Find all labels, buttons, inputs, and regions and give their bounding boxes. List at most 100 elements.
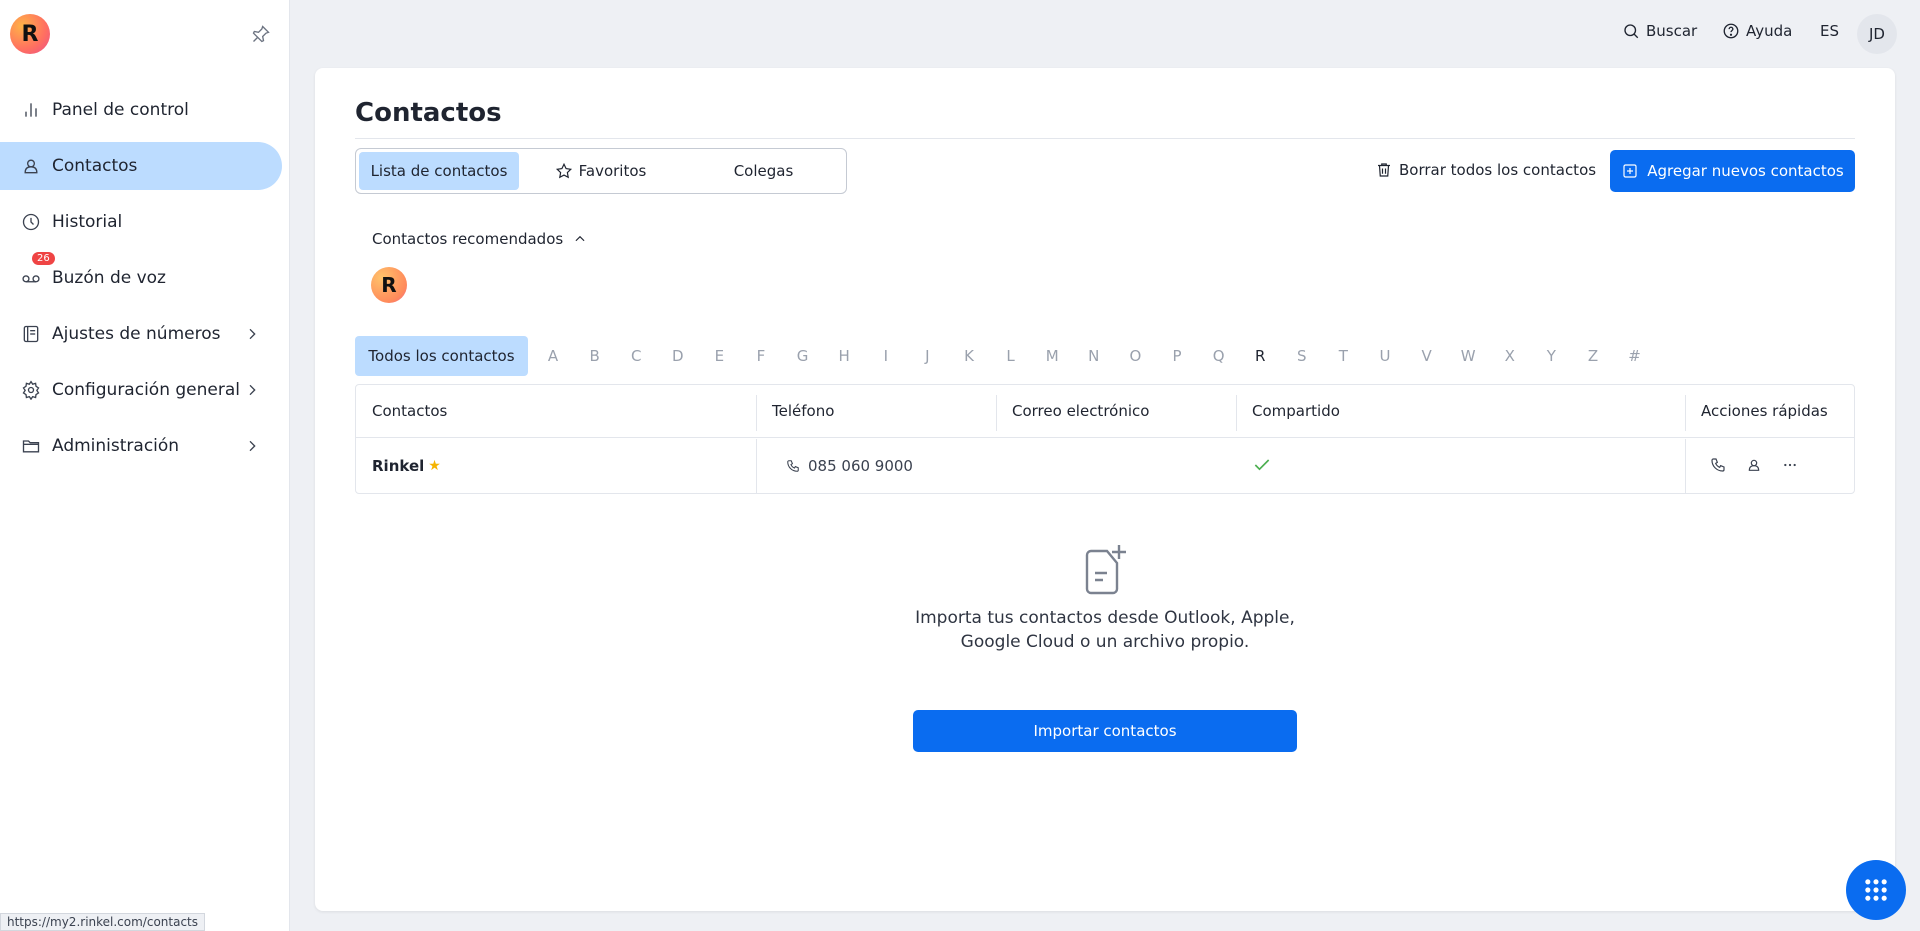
help-label: Ayuda	[1746, 22, 1793, 40]
letter-filter-j[interactable]: J	[917, 347, 937, 365]
tab-label: Lista de contactos	[370, 162, 508, 180]
clock-icon	[20, 211, 42, 233]
tab-label: Favoritos	[578, 162, 647, 180]
sidebar-item-administration[interactable]: Administración	[0, 422, 290, 470]
letter-filter-r[interactable]: R	[1250, 347, 1270, 365]
recommended-contacts-toggle[interactable]: Contactos recomendados	[372, 230, 587, 248]
letter-filter-o[interactable]: O	[1125, 347, 1145, 365]
plus-square-icon	[1623, 164, 1637, 178]
sidebar-item-voicemail[interactable]: 26 Buzón de voz	[0, 252, 290, 302]
page-title: Contactos	[355, 98, 502, 128]
tab-colleagues[interactable]: Colegas	[682, 152, 845, 190]
column-divider	[1236, 395, 1237, 431]
contacts-tabs: Lista de contactos Favoritos Colegas	[355, 148, 847, 194]
tab-contact-list[interactable]: Lista de contactos	[359, 152, 519, 190]
contact-name-cell[interactable]: Rinkel ★	[372, 457, 441, 475]
letter-filter-x[interactable]: X	[1500, 347, 1520, 365]
language-label: ES	[1820, 22, 1839, 40]
letter-filter-u[interactable]: U	[1375, 347, 1395, 365]
all-contacts-filter[interactable]: Todos los contactos	[355, 336, 528, 376]
table-row[interactable]: Rinkel ★ 085 060 9000	[356, 439, 1854, 494]
chevron-right-icon	[244, 382, 260, 398]
contact-phone: 085 060 9000	[808, 457, 913, 475]
column-divider	[756, 395, 757, 431]
search-label: Buscar	[1646, 22, 1698, 40]
letter-filter-h[interactable]: H	[834, 347, 854, 365]
tab-label: Colegas	[733, 162, 794, 180]
contact-detail-icon[interactable]	[1746, 457, 1764, 475]
chevron-right-icon	[244, 326, 260, 342]
sidebar-item-dashboard[interactable]: Panel de control	[0, 86, 290, 134]
search-icon	[1624, 24, 1639, 39]
call-action-icon[interactable]	[1710, 457, 1728, 475]
dialpad-button[interactable]	[1846, 860, 1906, 920]
language-selector[interactable]: ES	[1820, 22, 1839, 40]
column-header-quick-actions: Acciones rápidas	[1701, 402, 1828, 420]
browser-status-url: https://my2.rinkel.com/contacts	[0, 913, 206, 931]
star-outline-icon	[555, 162, 572, 179]
letter-filter-k[interactable]: K	[959, 347, 979, 365]
column-header-phone[interactable]: Teléfono	[772, 402, 834, 420]
column-divider	[1685, 395, 1686, 431]
letter-filter-n[interactable]: N	[1084, 347, 1104, 365]
empty-text-line-2: Google Cloud o un archivo propio.	[960, 632, 1250, 652]
phonebook-icon	[20, 323, 42, 345]
letter-filter-z[interactable]: Z	[1583, 347, 1603, 365]
alphabet-filter: Todos los contactos A B C D E F G H I J K L M N O P Q R S T…	[355, 336, 1855, 376]
tab-favorites[interactable]: Favoritos	[519, 152, 682, 190]
recommended-contact-avatar[interactable]: R	[371, 267, 407, 303]
add-contacts-button[interactable]: Agregar nuevos contactos	[1610, 150, 1855, 192]
contact-phone-cell[interactable]: 085 060 9000	[786, 457, 913, 475]
chevron-right-icon	[244, 438, 260, 454]
column-header-shared[interactable]: Compartido	[1252, 402, 1340, 420]
help-button[interactable]: Ayuda	[1722, 22, 1792, 40]
column-divider	[756, 439, 757, 494]
contact-name: Rinkel	[372, 457, 425, 475]
letter-filter-c[interactable]: C	[626, 347, 646, 365]
letter-filter-t[interactable]: T	[1333, 347, 1353, 365]
sidebar-item-label: Panel de control	[52, 100, 189, 120]
letter-filter-l[interactable]: L	[1001, 347, 1021, 365]
letter-filter-p[interactable]: P	[1167, 347, 1187, 365]
letter-filter-a[interactable]: A	[543, 347, 563, 365]
letter-filter-d[interactable]: D	[668, 347, 688, 365]
sidebar-item-label: Configuración general	[52, 380, 240, 400]
letter-filter-f[interactable]: F	[751, 347, 771, 365]
search-button[interactable]: Buscar	[1622, 22, 1697, 40]
letter-filter-e[interactable]: E	[709, 347, 729, 365]
letter-filter-v[interactable]: V	[1417, 347, 1437, 365]
column-divider	[1685, 439, 1686, 494]
letter-filter-m[interactable]: M	[1042, 347, 1062, 365]
sidebar-item-label: Administración	[52, 436, 180, 456]
letter-filter-hash[interactable]: #	[1625, 347, 1645, 365]
contacts-table: Contactos Teléfono Correo electrónico Co…	[355, 384, 1855, 494]
voicemail-icon	[20, 267, 42, 289]
sidebar-item-label: Ajustes de números	[52, 324, 221, 344]
sidebar-item-number-settings[interactable]: Ajustes de números	[0, 310, 290, 358]
letter-filter-g[interactable]: G	[793, 347, 813, 365]
column-header-email[interactable]: Correo electrónico	[1012, 402, 1149, 420]
folder-icon	[20, 435, 42, 457]
more-options-icon[interactable]	[1782, 457, 1800, 475]
pin-icon[interactable]	[251, 24, 271, 44]
column-header-contacts[interactable]: Contactos	[372, 402, 447, 420]
rinkel-logo[interactable]: R	[10, 14, 50, 54]
user-avatar[interactable]: JD	[1857, 14, 1897, 54]
sidebar-item-general-settings[interactable]: Configuración general	[0, 366, 290, 414]
import-contacts-button[interactable]: Importar contactos	[913, 710, 1297, 752]
gear-icon	[20, 379, 42, 401]
letter-filter-b[interactable]: B	[585, 347, 605, 365]
delete-all-contacts-button[interactable]: Borrar todos los contactos	[1375, 161, 1596, 179]
letter-filter-q[interactable]: Q	[1209, 347, 1229, 365]
voicemail-count-badge: 26	[32, 252, 55, 265]
empty-text-line-1: Importa tus contactos desde Outlook, App…	[915, 608, 1295, 628]
favorite-star-icon: ★	[428, 458, 441, 474]
trash-icon	[1378, 163, 1390, 177]
sidebar-item-history[interactable]: Historial	[0, 198, 290, 246]
sidebar-nav: Panel de control Contactos Historial 26 …	[0, 86, 290, 478]
letter-filter-s[interactable]: S	[1292, 347, 1312, 365]
letter-filter-y[interactable]: Y	[1541, 347, 1561, 365]
letter-filter-w[interactable]: W	[1458, 347, 1478, 365]
sidebar-item-contacts[interactable]: Contactos	[0, 142, 282, 190]
letter-filter-i[interactable]: I	[876, 347, 896, 365]
